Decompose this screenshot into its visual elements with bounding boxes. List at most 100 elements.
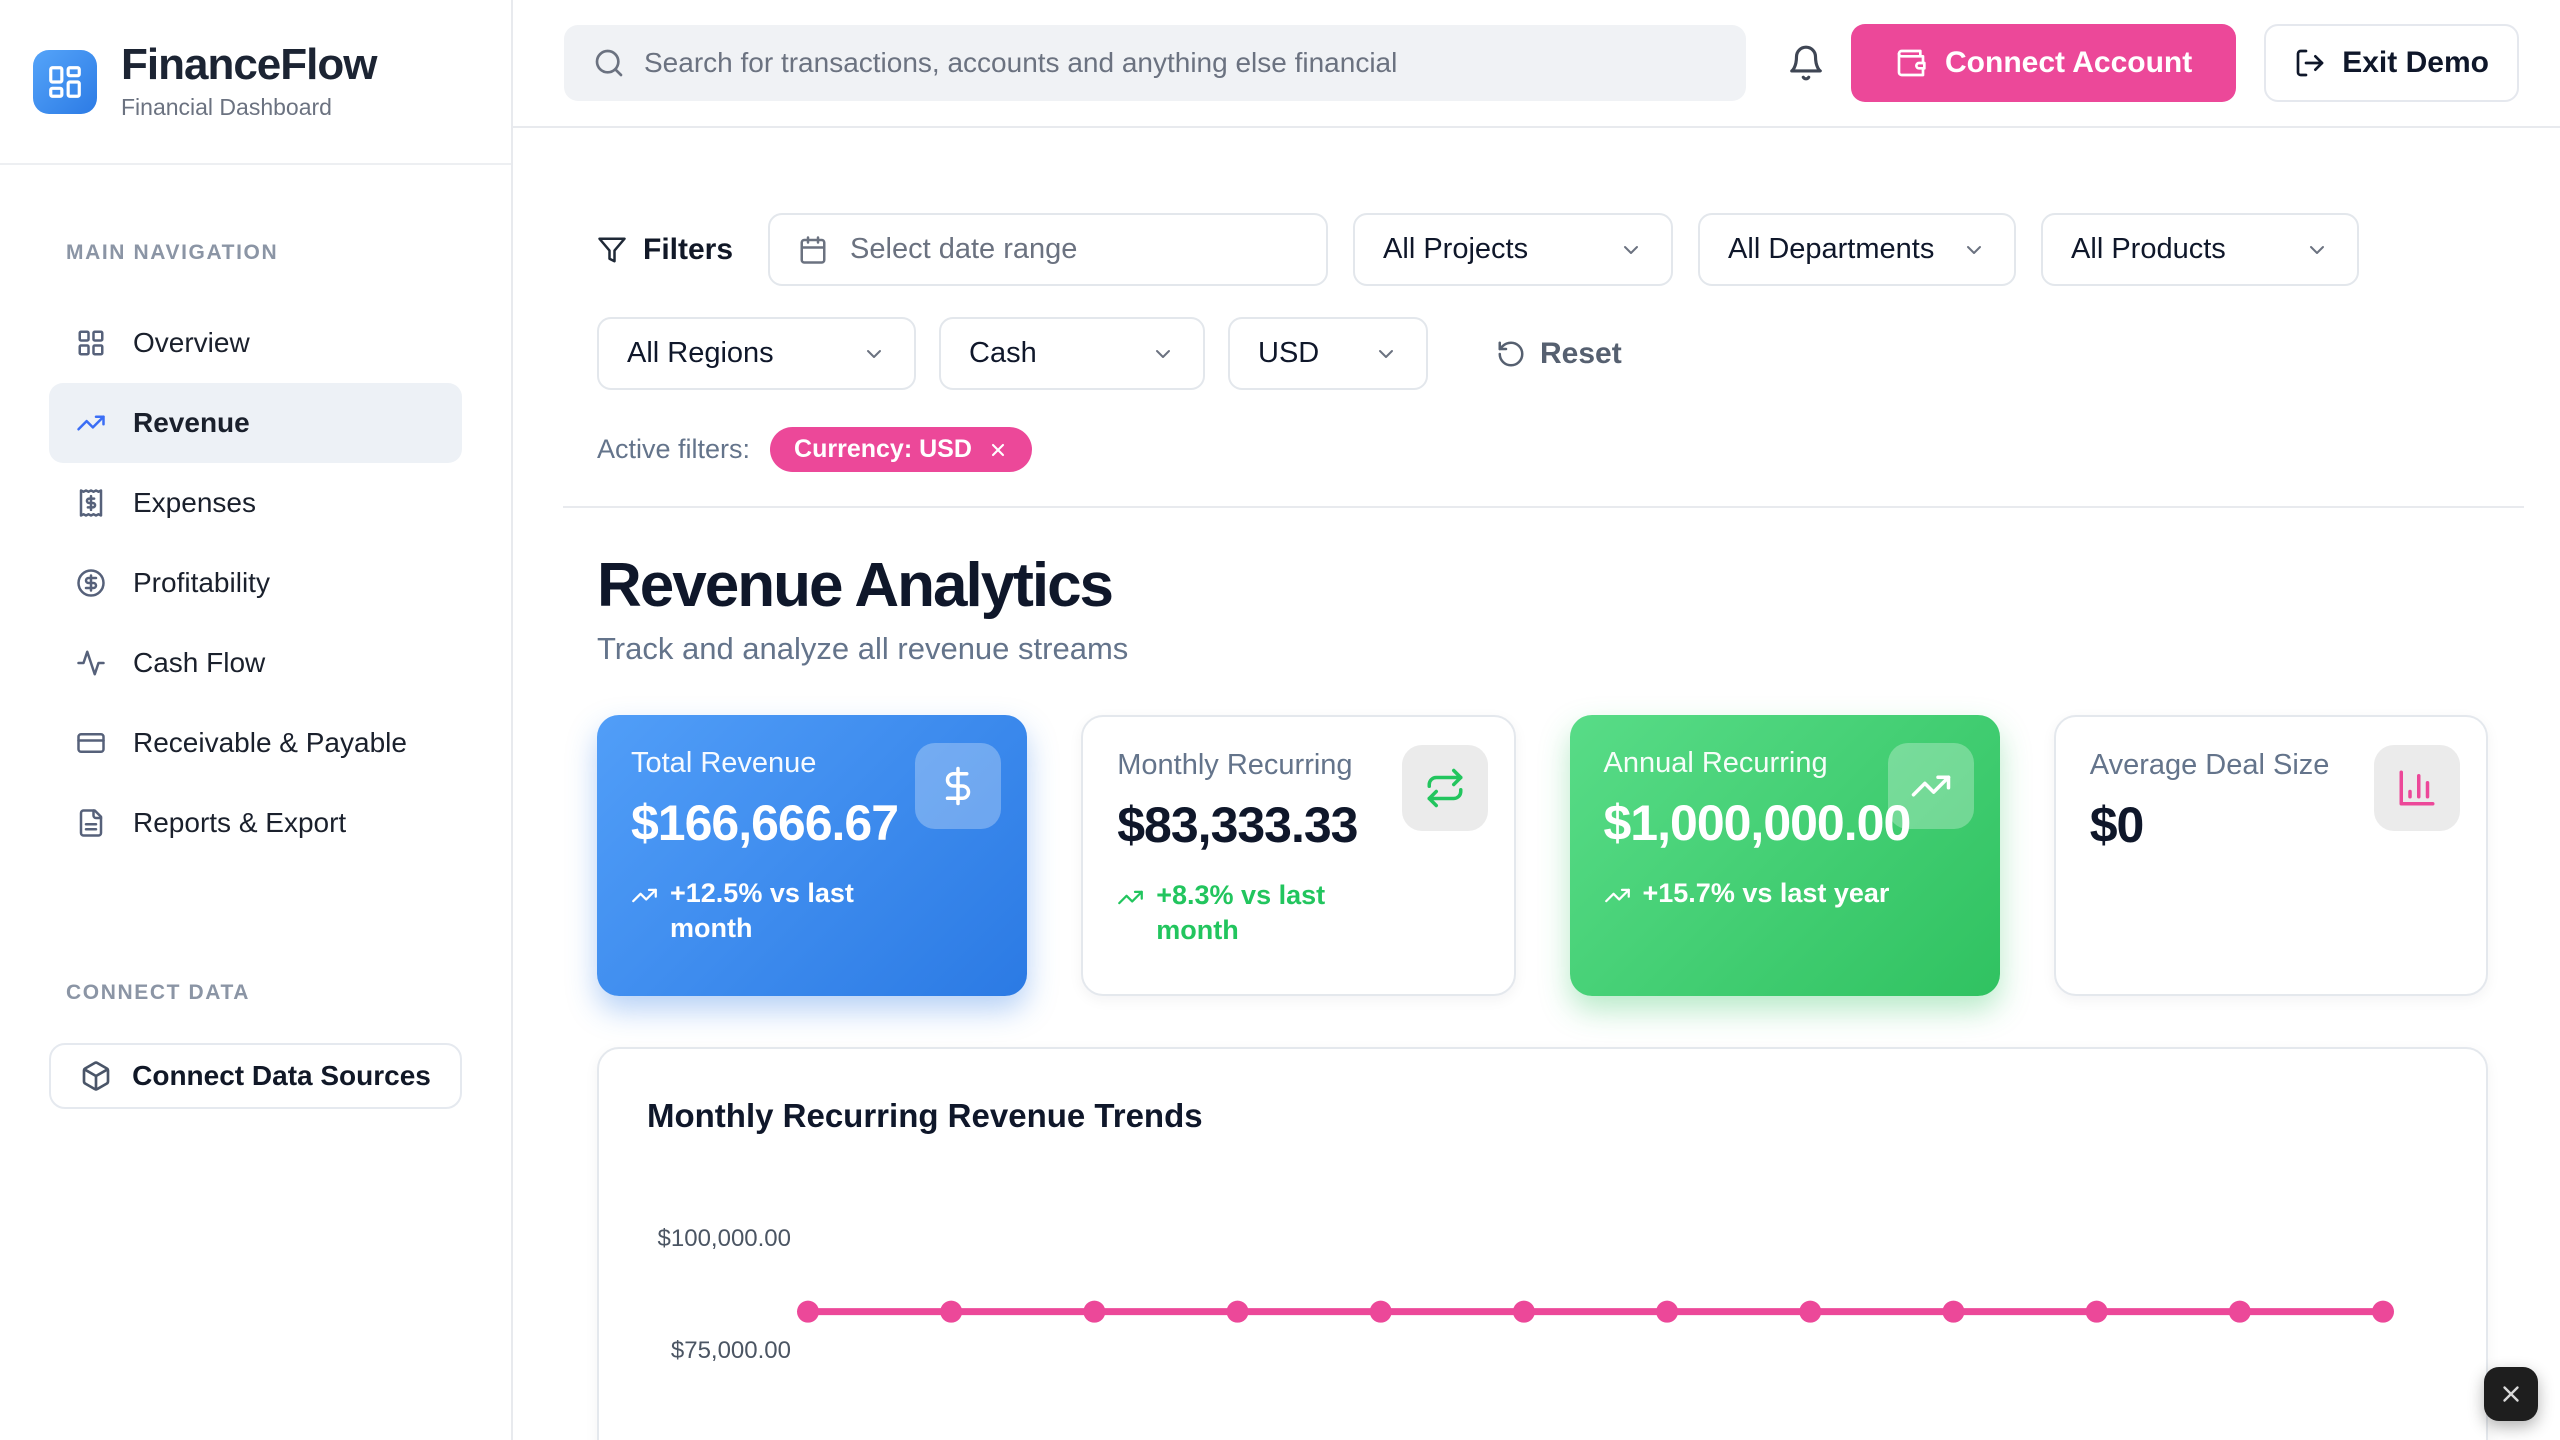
repeat-icon [1402, 745, 1488, 831]
rotate-ccw-icon [1496, 339, 1526, 369]
mrr-line-chart[interactable]: $100,000.00$75,000.00$50,000.00 [599, 1049, 2488, 1440]
sidebar-item-receivable-payable[interactable]: Receivable & Payable [49, 703, 462, 783]
sidebar-item-profitability[interactable]: Profitability [49, 543, 462, 623]
products-select-value: All Products [2071, 233, 2226, 266]
total-revenue-card[interactable]: Total Revenue $166,666.67 +12.5% vs last… [597, 715, 1027, 996]
app-logo: FinanceFlow Financial Dashboard [0, 0, 511, 165]
exit-demo-label: Exit Demo [2342, 46, 2489, 80]
connect-data-sources-label: Connect Data Sources [132, 1060, 431, 1092]
bell-icon [1787, 44, 1825, 82]
svg-text:$75,000.00: $75,000.00 [671, 1337, 791, 1364]
search-bar[interactable] [564, 25, 1746, 101]
close-widget-button[interactable] [2484, 1367, 2538, 1421]
connect-data-section-label: CONNECT DATA [66, 981, 511, 1005]
currency-select[interactable]: USD [1228, 317, 1428, 390]
projects-select-value: All Projects [1383, 233, 1528, 266]
reset-filters-button[interactable]: Reset [1496, 337, 1622, 371]
close-icon[interactable] [988, 440, 1008, 460]
box-icon [80, 1060, 112, 1092]
annual-recurring-card[interactable]: Annual Recurring $1,000,000.00 +15.7% vs… [1570, 715, 2000, 996]
credit-card-icon [76, 728, 106, 758]
filters-row-1: Filters Select date range All Projects A… [597, 213, 2524, 286]
cash-basis-select[interactable]: Cash [939, 317, 1205, 390]
search-icon [593, 47, 625, 79]
active-filter-chip[interactable]: Currency: USD [770, 427, 1032, 472]
chevron-down-icon [862, 342, 886, 366]
sidebar-item-label: Overview [133, 327, 250, 359]
filters-title: Filters [597, 233, 733, 267]
sidebar-item-label: Cash Flow [133, 647, 265, 679]
main-area: Connect Account Exit Demo Filters Select… [513, 0, 2560, 1440]
sidebar-item-overview[interactable]: Overview [49, 303, 462, 383]
file-text-icon [76, 808, 106, 838]
main-navigation: Overview Revenue Expenses Profitability … [0, 303, 511, 863]
app-logo-icon [33, 50, 97, 114]
svg-text:$100,000.00: $100,000.00 [658, 1225, 791, 1252]
trending-up-icon [76, 408, 106, 438]
app-title: FinanceFlow [121, 42, 376, 88]
chevron-down-icon [1962, 238, 1986, 262]
card-delta-text: +15.7% vs last year [1643, 876, 1890, 911]
date-range-placeholder: Select date range [850, 233, 1077, 266]
monthly-recurring-card[interactable]: Monthly Recurring $83,333.33 +8.3% vs la… [1081, 715, 1515, 996]
trending-up-icon [1117, 884, 1144, 911]
log-out-icon [2294, 47, 2326, 79]
notifications-bell-button[interactable] [1787, 44, 1825, 82]
chevron-down-icon [1374, 342, 1398, 366]
circle-dollar-icon [76, 568, 106, 598]
card-delta-text: +12.5% vs last month [670, 876, 900, 946]
x-icon [2498, 1381, 2524, 1407]
active-filters-row: Active filters: Currency: USD [597, 427, 2524, 472]
departments-select-value: All Departments [1728, 233, 1934, 266]
search-input[interactable] [644, 47, 1717, 79]
filters-label: Filters [643, 233, 733, 267]
sidebar-item-label: Expenses [133, 487, 256, 519]
chevron-down-icon [2305, 238, 2329, 262]
currency-select-value: USD [1258, 337, 1319, 370]
active-filter-chip-label: Currency: USD [794, 435, 972, 464]
content-area: Filters Select date range All Projects A… [513, 128, 2560, 1440]
chevron-down-icon [1619, 238, 1643, 262]
mrr-trends-chart-card: Monthly Recurring Revenue Trends $100,00… [597, 1047, 2488, 1440]
trending-up-icon [631, 882, 658, 909]
connect-data-sources-button[interactable]: Connect Data Sources [49, 1043, 462, 1109]
regions-select-value: All Regions [627, 337, 774, 370]
bar-chart-icon [2374, 745, 2460, 831]
cash-basis-select-value: Cash [969, 337, 1037, 370]
trending-up-icon [1604, 882, 1631, 909]
sidebar-item-label: Reports & Export [133, 807, 346, 839]
section-divider [563, 506, 2524, 508]
card-delta: +15.7% vs last year [1604, 876, 1966, 911]
connect-account-label: Connect Account [1945, 46, 2192, 80]
connect-account-button[interactable]: Connect Account [1851, 24, 2236, 102]
departments-select[interactable]: All Departments [1698, 213, 2016, 286]
sidebar-item-cash-flow[interactable]: Cash Flow [49, 623, 462, 703]
chevron-down-icon [1151, 342, 1175, 366]
trending-up-icon [1888, 743, 1974, 829]
sidebar-item-label: Revenue [133, 407, 250, 439]
sidebar-item-expenses[interactable]: Expenses [49, 463, 462, 543]
filter-funnel-icon [597, 235, 627, 265]
sidebar-item-revenue[interactable]: Revenue [49, 383, 462, 463]
sidebar-item-label: Profitability [133, 567, 270, 599]
card-delta: +12.5% vs last month [631, 876, 993, 946]
activity-icon [76, 648, 106, 678]
regions-select[interactable]: All Regions [597, 317, 916, 390]
sidebar-section-label: MAIN NAVIGATION [66, 241, 511, 265]
wallet-icon [1895, 47, 1927, 79]
sidebar-item-label: Receivable & Payable [133, 727, 407, 759]
card-delta-text: +8.3% vs last month [1156, 878, 1386, 948]
reset-label: Reset [1540, 337, 1622, 371]
dollar-icon [915, 743, 1001, 829]
page-subtitle: Track and analyze all revenue streams [597, 631, 2524, 667]
receipt-icon [76, 488, 106, 518]
products-select[interactable]: All Products [2041, 213, 2359, 286]
calendar-icon [798, 235, 828, 265]
date-range-input[interactable]: Select date range [768, 213, 1328, 286]
average-deal-size-card[interactable]: Average Deal Size $0 [2054, 715, 2488, 996]
stat-cards: Total Revenue $166,666.67 +12.5% vs last… [597, 715, 2488, 996]
active-filters-label: Active filters: [597, 434, 750, 465]
sidebar-item-reports-export[interactable]: Reports & Export [49, 783, 462, 863]
projects-select[interactable]: All Projects [1353, 213, 1673, 286]
exit-demo-button[interactable]: Exit Demo [2264, 24, 2519, 102]
